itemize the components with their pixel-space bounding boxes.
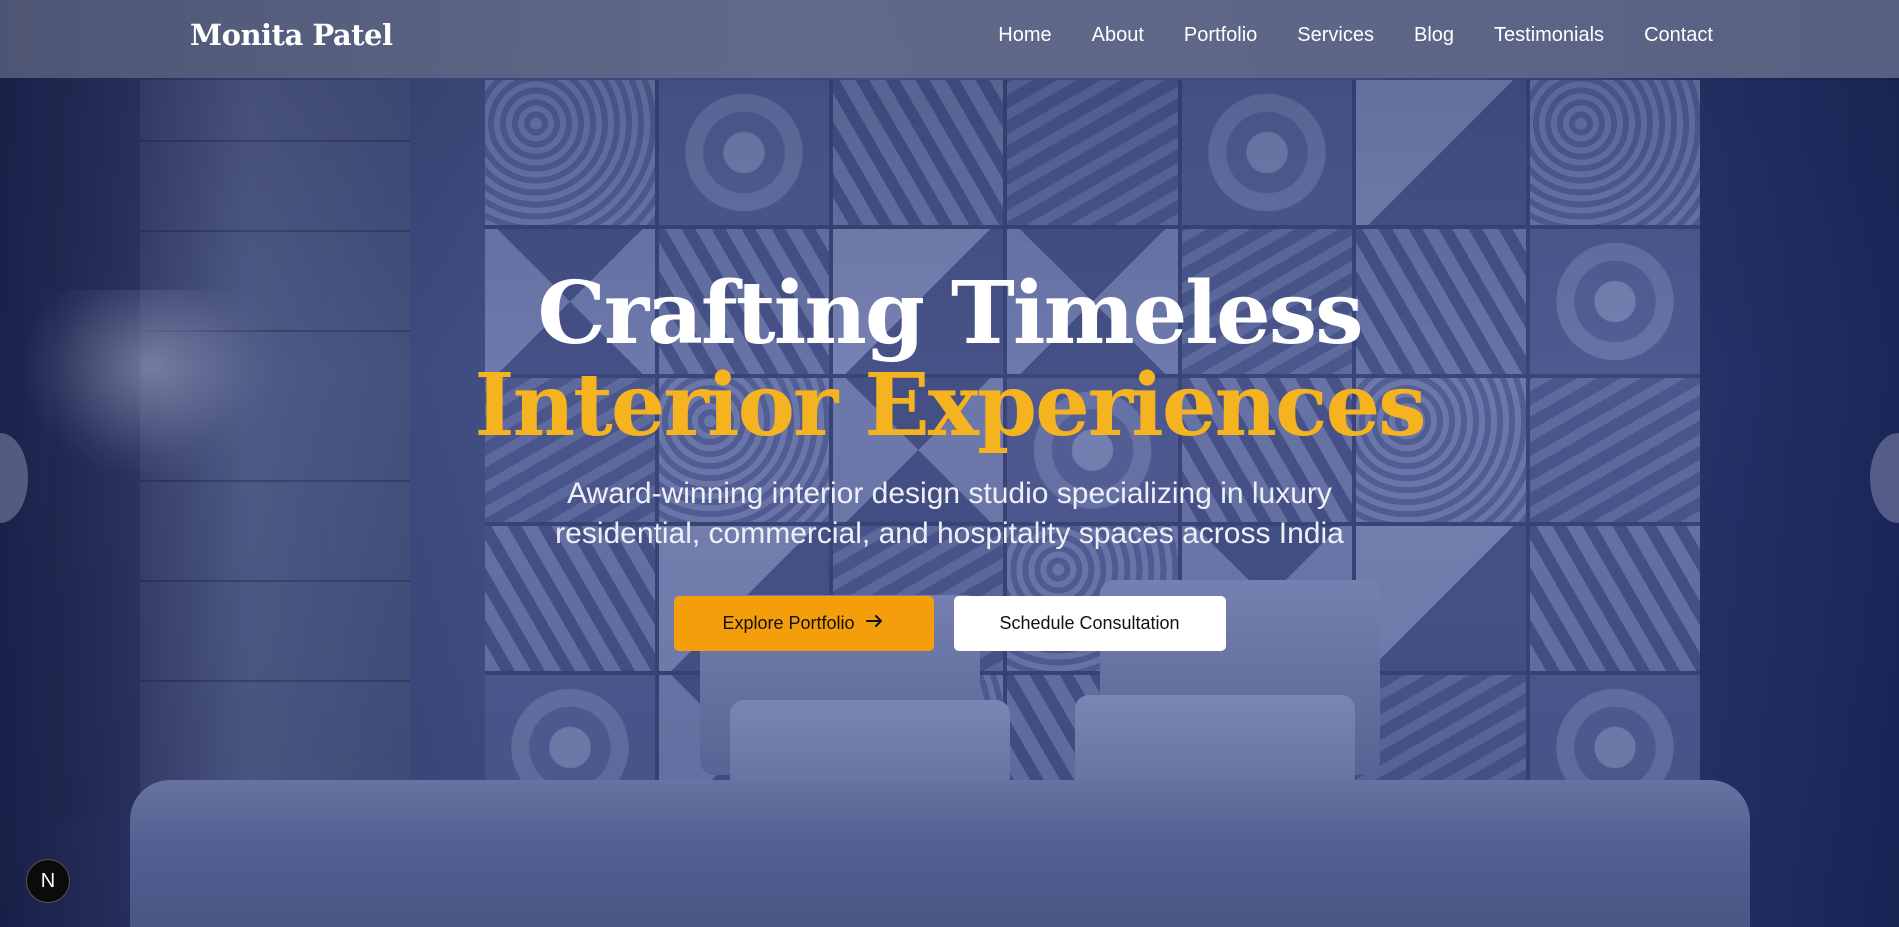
explore-portfolio-label: Explore Portfolio <box>722 613 855 633</box>
hero-cta-group: Explore Portfolio Schedule Consultation <box>0 596 1899 651</box>
nav-contact[interactable]: Contact <box>1644 24 1713 47</box>
framework-badge-icon[interactable]: N <box>26 859 70 903</box>
arrow-right-icon <box>865 613 885 634</box>
nav-testimonials[interactable]: Testimonials <box>1494 24 1604 47</box>
nav-home[interactable]: Home <box>998 24 1051 47</box>
schedule-consultation-button[interactable]: Schedule Consultation <box>953 596 1226 651</box>
hero-title-line2: Interior Experiences <box>474 355 1426 456</box>
hero-content: Crafting Timeless Interior Experiences A… <box>0 268 1899 651</box>
hero-subtitle: Award-winning interior design studio spe… <box>555 477 1344 550</box>
nav-about[interactable]: About <box>1092 24 1144 47</box>
hero-title-line1: Crafting Timeless <box>537 263 1363 364</box>
explore-portfolio-button[interactable]: Explore Portfolio <box>673 596 934 651</box>
nav-portfolio[interactable]: Portfolio <box>1184 24 1257 47</box>
nav-blog[interactable]: Blog <box>1414 24 1454 47</box>
site-header: Monita Patel Home About Portfolio Servic… <box>0 0 1899 78</box>
nav-services[interactable]: Services <box>1297 24 1374 47</box>
brand-logo[interactable]: Monita Patel <box>190 18 393 52</box>
main-nav: Home About Portfolio Services Blog Testi… <box>998 24 1713 47</box>
